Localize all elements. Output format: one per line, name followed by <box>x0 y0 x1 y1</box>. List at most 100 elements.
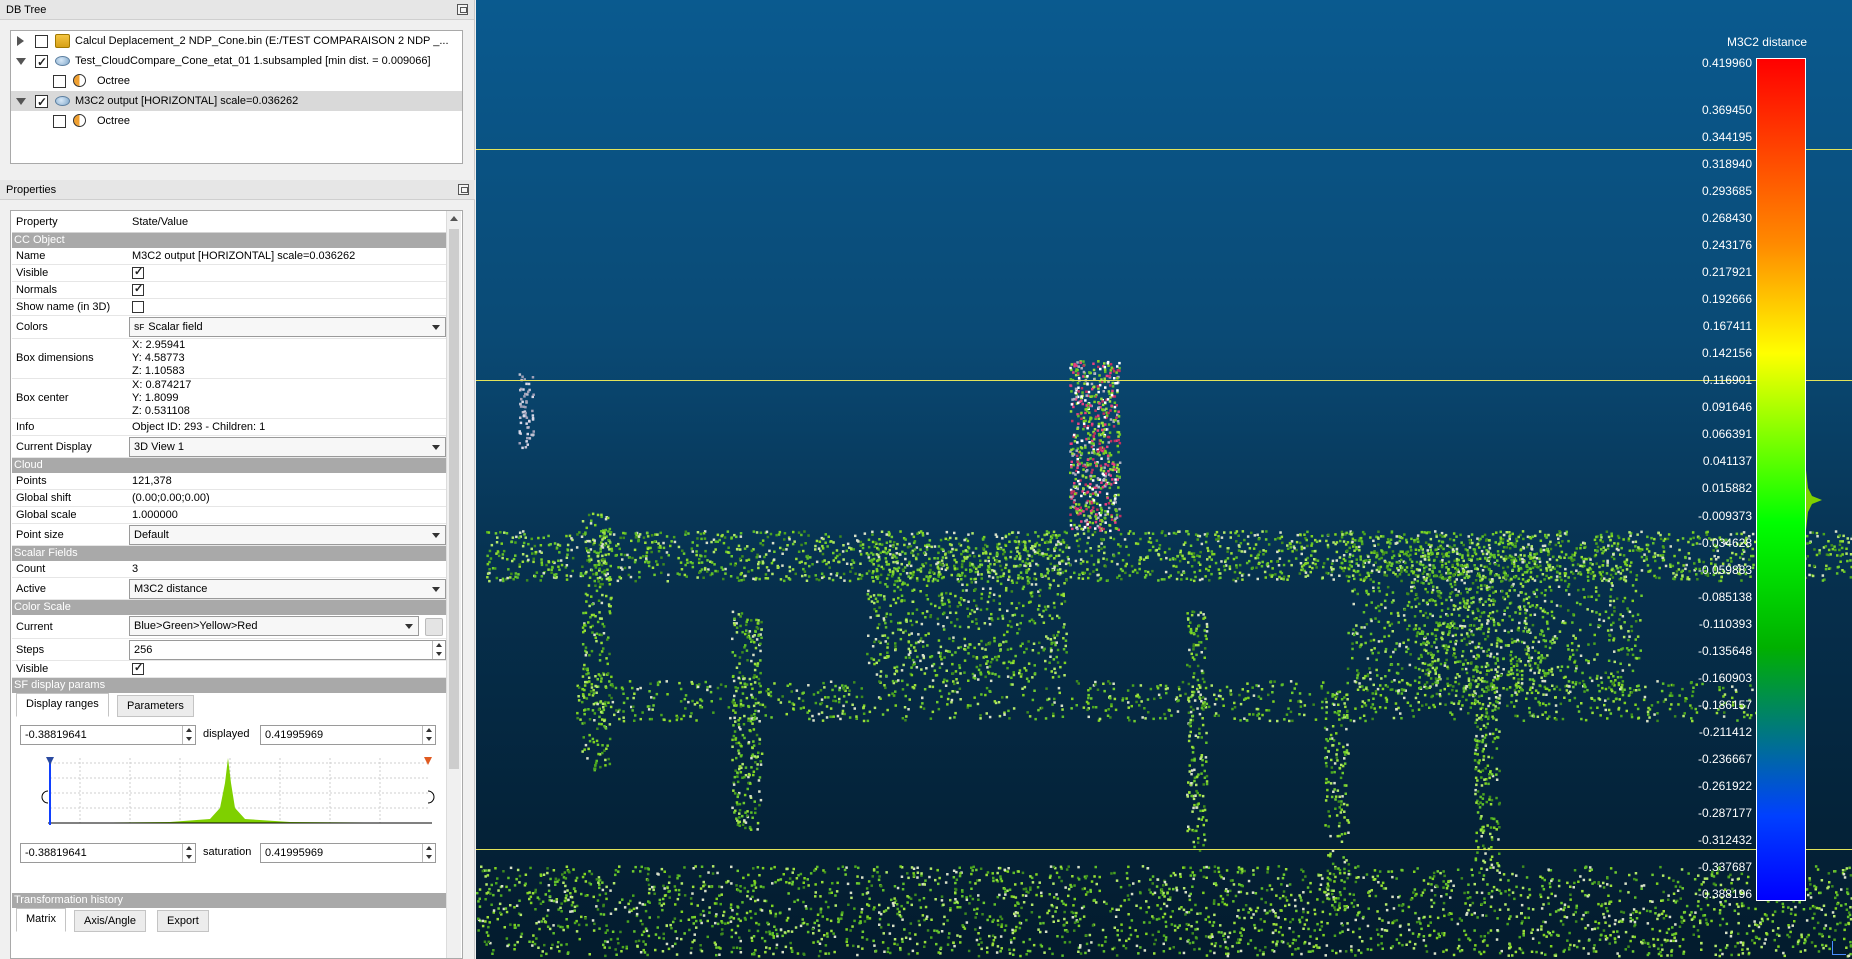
row-current-display-key: Current Display <box>16 441 92 453</box>
row-current-display: Current Display 3D View 1 <box>12 436 446 458</box>
tree-item-test-cloud[interactable]: Test_CloudCompare_Cone_etat_01 1.subsamp… <box>11 51 462 72</box>
color-scale-title: M3C2 distance <box>1726 35 1807 49</box>
row-colors: Colors SF Scalar field <box>12 316 446 339</box>
color-scale-label: -0.059883 <box>1697 562 1752 577</box>
display-max-spinbox[interactable]: 0.41995969 <box>260 725 436 745</box>
saturation-min-spinbox[interactable]: -0.38819641 <box>20 843 196 863</box>
tab-axis-angle[interactable]: Axis/Angle <box>74 910 146 932</box>
tree-item-calcul[interactable]: Calcul Deplacement_2 NDP_Cone.bin (E:/TE… <box>11 31 462 51</box>
collapse-arrow-icon[interactable] <box>16 58 26 65</box>
color-scale-label: 0.116901 <box>1702 373 1752 388</box>
properties-float-icon[interactable] <box>458 184 469 195</box>
row-count: Count 3 <box>12 561 446 578</box>
point-size-combo[interactable]: Default <box>129 525 446 545</box>
spin-up-icon[interactable] <box>422 844 435 853</box>
tree-item-checkbox[interactable] <box>53 115 66 128</box>
tree-item-label: Octree <box>97 75 131 87</box>
steps-value: 256 <box>134 644 153 656</box>
colors-combo[interactable]: SF Scalar field <box>129 317 446 337</box>
color-scale-label: -0.186157 <box>1697 697 1752 712</box>
dbtree-view[interactable]: Calcul Deplacement_2 NDP_Cone.bin (E:/TE… <box>10 30 463 164</box>
color-scale-label: -0.287177 <box>1697 805 1752 820</box>
scrollbar-thumb[interactable] <box>449 229 459 769</box>
color-scale-combo[interactable]: Blue>Green>Yellow>Red <box>129 616 419 636</box>
display-min-spinbox[interactable]: -0.38819641 <box>20 725 196 745</box>
saturation-max-spinbox[interactable]: 0.41995969 <box>260 843 436 863</box>
section-cc-object: CC Object <box>12 233 446 248</box>
tree-item-checkbox[interactable] <box>53 75 66 88</box>
color-scale-label: 0.167411 <box>1702 319 1752 334</box>
row-point-size: Point size Default <box>12 524 446 546</box>
header-property: Property <box>16 216 58 228</box>
section-cloud: Cloud <box>12 458 446 473</box>
row-active: Active M3C2 distance <box>12 578 446 600</box>
chevron-down-icon <box>432 445 440 450</box>
spin-up-icon[interactable] <box>432 641 445 650</box>
expand-arrow-icon[interactable] <box>17 36 24 46</box>
row-points-key: Points <box>16 475 47 487</box>
color-scale-label: -0.085138 <box>1697 589 1752 604</box>
max-handle-icon <box>424 757 432 765</box>
row-global-scale-key: Global scale <box>16 509 77 521</box>
boxdim-z: Z: 1.10583 <box>132 365 185 377</box>
scale-visible-checkbox[interactable] <box>132 660 144 677</box>
row-info-key: Info <box>16 421 35 433</box>
visible-checkbox[interactable] <box>132 264 144 281</box>
color-scale-label: -0.009373 <box>1697 508 1752 523</box>
row-show-name: Show name (in 3D) <box>12 299 446 316</box>
spin-down-icon[interactable] <box>182 735 195 744</box>
guide-line-top <box>476 149 1852 150</box>
saturation-min-value: -0.38819641 <box>25 847 87 859</box>
spin-up-icon[interactable] <box>422 726 435 735</box>
color-scale-label: -0.211412 <box>1698 724 1752 739</box>
tab-display-ranges[interactable]: Display ranges <box>16 693 109 717</box>
collapse-arrow-icon[interactable] <box>16 98 26 105</box>
spin-down-icon[interactable] <box>422 735 435 744</box>
row-global-scale: Global scale 1.000000 <box>12 507 446 524</box>
section-transformation-history: Transformation history <box>12 893 446 908</box>
current-display-combo[interactable]: 3D View 1 <box>129 437 446 457</box>
tree-item-checkbox[interactable] <box>35 92 48 112</box>
steps-spinbox[interactable]: 256 <box>129 640 446 660</box>
spin-up-icon[interactable] <box>182 726 195 735</box>
spin-down-icon[interactable] <box>432 650 445 659</box>
spin-down-icon[interactable] <box>182 853 195 862</box>
tree-item-m3c2-output[interactable]: M3C2 output [HORIZONTAL] scale=0.036262 <box>11 91 462 112</box>
dbtree-float-icon[interactable] <box>457 4 468 15</box>
tree-item-checkbox[interactable] <box>35 52 48 72</box>
row-current-scale: Current Blue>Green>Yellow>Red <box>12 615 446 639</box>
active-sf-combo[interactable]: M3C2 distance <box>129 579 446 599</box>
row-normals-key: Normals <box>16 284 57 296</box>
color-scale-label: -0.261922 <box>1697 778 1752 793</box>
section-scalar-fields: Scalar Fields <box>12 546 446 561</box>
spin-down-icon[interactable] <box>422 853 435 862</box>
row-name-value[interactable]: M3C2 output [HORIZONTAL] scale=0.036262 <box>132 248 355 265</box>
row-count-key: Count <box>16 563 46 575</box>
transform-tabs: Matrix Axis/Angle Export <box>12 908 446 932</box>
show-name-checkbox[interactable] <box>132 301 144 313</box>
boxcenter-x: X: 0.874217 <box>132 379 192 391</box>
normals-checkbox[interactable] <box>132 281 144 298</box>
tab-parameters[interactable]: Parameters <box>117 695 194 717</box>
row-current-scale-key: Current <box>16 621 53 633</box>
properties-scrollbar[interactable] <box>446 211 461 958</box>
scroll-up-icon[interactable] <box>450 216 458 221</box>
row-active-key: Active <box>16 583 46 595</box>
tab-matrix[interactable]: Matrix <box>16 908 66 932</box>
spin-up-icon[interactable] <box>182 844 195 853</box>
row-points: Points 121,378 <box>12 473 446 490</box>
min-handle-icon <box>46 757 54 765</box>
tab-export[interactable]: Export <box>157 910 209 932</box>
row-box-center: Box center X: 0.874217 Y: 1.8099 Z: 0.53… <box>12 379 446 419</box>
sf-histogram[interactable] <box>20 753 440 833</box>
color-scale-label: 0.066391 <box>1701 427 1752 442</box>
tree-item-octree-2[interactable]: Octree <box>11 111 462 131</box>
row-name: Name M3C2 output [HORIZONTAL] scale=0.03… <box>12 248 446 265</box>
boxdim-x: X: 2.95941 <box>132 339 186 351</box>
color-scale-editor-icon[interactable] <box>425 618 443 636</box>
tree-item-checkbox[interactable] <box>35 35 48 48</box>
3d-view[interactable]: M3C2 distance 0.419960 0.369450 0.344195 0.… <box>476 0 1852 959</box>
tree-item-octree-1[interactable]: Octree <box>11 71 462 91</box>
color-scale-histogram <box>1806 470 1822 530</box>
color-scale-label: 0.041137 <box>1702 454 1752 469</box>
